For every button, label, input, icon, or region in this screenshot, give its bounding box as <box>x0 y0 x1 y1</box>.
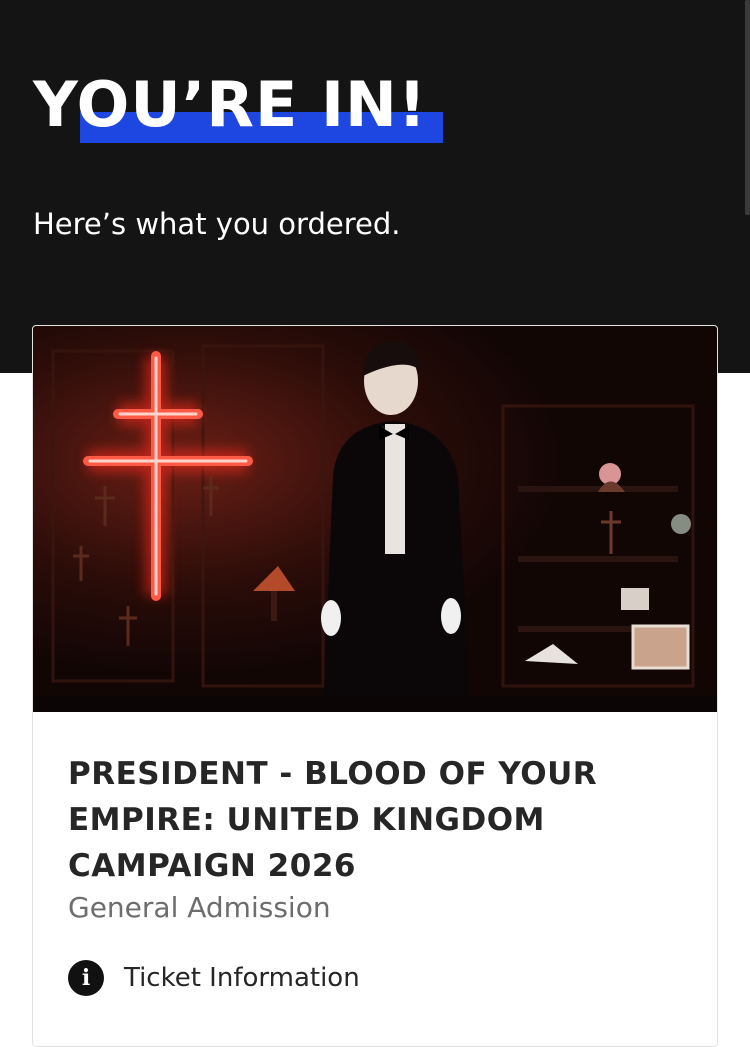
page-subtitle: Here’s what you ordered. <box>33 207 401 241</box>
ticket-information-link[interactable]: i Ticket Information <box>68 960 360 996</box>
scroll-indicator[interactable] <box>745 0 750 215</box>
order-card: PRESIDENT - BLOOD OF YOUR EMPIRE: UNITED… <box>32 325 718 1047</box>
event-image <box>33 326 717 712</box>
ticket-type: General Admission <box>68 891 331 924</box>
hero-header: YOU’RE IN! Here’s what you ordered. <box>0 0 750 373</box>
event-title: PRESIDENT - BLOOD OF YOUR EMPIRE: UNITED… <box>68 756 598 884</box>
ticket-information-label: Ticket Information <box>124 963 360 993</box>
info-icon: i <box>68 960 104 996</box>
page-title: YOU’RE IN! <box>33 68 428 141</box>
title-block: YOU’RE IN! <box>33 68 443 143</box>
